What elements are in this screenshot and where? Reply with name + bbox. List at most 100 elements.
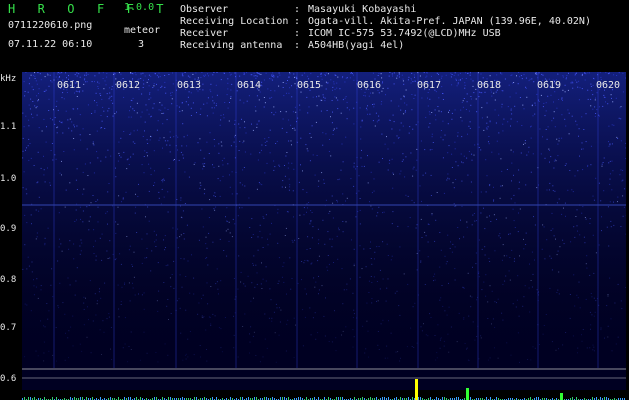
noise-dot [130, 349, 132, 350]
noise-dot [35, 80, 37, 82]
noise-dot [147, 143, 149, 144]
noise-dot [330, 79, 332, 81]
noise-dot [28, 159, 30, 161]
noise-dot [277, 76, 279, 78]
noise-dot [269, 288, 271, 290]
noise-dot [276, 307, 278, 309]
noise-dot [189, 331, 191, 332]
noise-dot [291, 85, 292, 87]
noise-dot [370, 241, 371, 243]
noise-dot [567, 189, 569, 191]
noise-dot [277, 283, 279, 284]
noise-dot [601, 230, 602, 232]
noise-dot [74, 74, 76, 76]
noise-dot [590, 105, 592, 107]
meteor-label: meteor [124, 25, 161, 36]
noise-dot [180, 151, 182, 153]
noise-dot [68, 330, 70, 332]
noise-dot [234, 119, 236, 121]
noise-dot [567, 89, 569, 91]
noise-dot [36, 106, 38, 108]
noise-dot [132, 153, 134, 155]
noise-dot [220, 347, 222, 349]
noise-dot [341, 143, 343, 145]
noise-dot [65, 110, 67, 112]
noise-dot [199, 345, 201, 346]
noise-dot [571, 189, 573, 191]
noise-dot [528, 80, 530, 82]
noise-dot [501, 312, 503, 314]
meteor-marker [560, 393, 563, 400]
noise-dot [149, 139, 151, 141]
noise-dot [220, 79, 222, 81]
noise-dot [216, 72, 218, 73]
noise-dot [284, 165, 285, 166]
noise-dot [504, 280, 506, 282]
noise-dot [556, 254, 558, 256]
noise-dot [172, 83, 174, 85]
noise-dot [57, 72, 59, 74]
noise-dot [82, 193, 84, 195]
noise-dot [45, 141, 47, 143]
noise-dot [298, 181, 300, 183]
noise-dot [328, 263, 330, 265]
noise-dot [318, 239, 320, 241]
noise-dot [471, 191, 473, 193]
noise-dot [192, 73, 194, 75]
noise-dot [117, 206, 119, 208]
noise-dot [158, 139, 160, 141]
noise-dot [110, 327, 112, 328]
noise-dot [76, 72, 78, 74]
noise-dot [617, 283, 619, 285]
noise-dot [529, 78, 531, 80]
noise-dot [382, 81, 383, 83]
noise-dot [167, 211, 169, 213]
noise-dot [183, 136, 185, 138]
noise-dot [126, 159, 128, 161]
noise-dot [220, 280, 222, 282]
noise-dot [532, 273, 534, 275]
noise-dot [75, 209, 77, 211]
noise-dot [377, 75, 379, 76]
noise-dot [431, 133, 433, 135]
noise-dot [532, 153, 534, 155]
noise-dot [300, 137, 302, 139]
noise-dot [410, 78, 412, 79]
noise-dot [47, 318, 49, 320]
noise-dot [475, 252, 477, 254]
noise-dot [63, 151, 65, 152]
noise-dot [46, 303, 48, 304]
noise-dot [320, 110, 322, 112]
noise-dot [309, 160, 311, 162]
noise-dot [323, 96, 325, 98]
noise-dot [156, 74, 158, 76]
noise-dot [94, 293, 96, 295]
noise-dot [581, 334, 582, 336]
noise-dot [411, 109, 413, 111]
noise-dot [66, 77, 67, 79]
noise-dot [609, 201, 611, 203]
noise-dot [335, 337, 337, 339]
noise-dot [454, 141, 456, 143]
noise-dot [471, 224, 473, 226]
noise-dot [43, 90, 45, 92]
noise-dot [486, 128, 488, 130]
noise-dot [435, 119, 437, 121]
noise-dot [420, 260, 422, 262]
noise-dot [605, 101, 606, 103]
noise-dot [28, 138, 30, 140]
noise-dot [397, 351, 399, 353]
noise-dot [303, 214, 305, 216]
noise-dot [84, 74, 86, 76]
noise-dot [514, 258, 515, 260]
noise-dot [187, 356, 189, 358]
noise-dot [179, 274, 181, 276]
noise-dot [491, 323, 492, 325]
noise-dot [566, 75, 568, 77]
noise-dot [516, 121, 518, 123]
noise-dot [192, 102, 194, 104]
noise-dot [389, 159, 391, 161]
noise-dot [68, 127, 70, 129]
noise-dot [524, 142, 526, 144]
noise-dot [426, 72, 428, 74]
